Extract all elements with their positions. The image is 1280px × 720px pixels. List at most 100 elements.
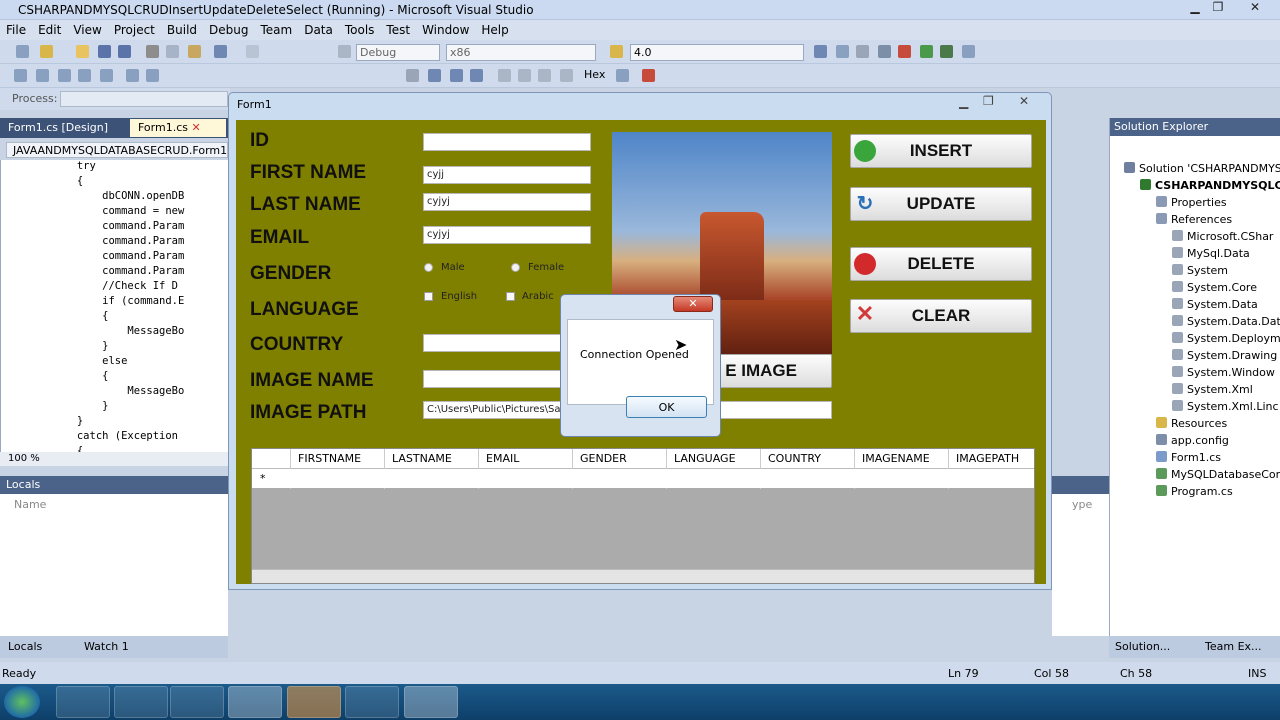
tools-icon[interactable] — [898, 45, 911, 58]
menu-item-window[interactable]: Window — [416, 20, 475, 37]
tab-locals[interactable]: Locals — [8, 640, 42, 653]
tree-item[interactable]: System.Xml — [1172, 383, 1253, 396]
stop-icon[interactable] — [450, 69, 463, 82]
tree-item[interactable]: Resources — [1156, 417, 1227, 430]
tree-item[interactable]: app.config — [1156, 434, 1229, 447]
hex-toggle[interactable]: Hex — [584, 68, 605, 81]
pointer-icon[interactable] — [58, 69, 71, 82]
maximize-icon[interactable]: ❐ — [1207, 0, 1229, 18]
dialog-close-button[interactable]: ✕ — [673, 296, 713, 312]
ie-icon[interactable] — [56, 686, 110, 718]
menu-item-data[interactable]: Data — [298, 20, 339, 37]
tree-item[interactable]: System.Data — [1172, 298, 1258, 311]
grid-column-header[interactable]: LASTNAME — [392, 452, 452, 465]
menu-item-tools[interactable]: Tools — [339, 20, 381, 37]
grid-new-row[interactable]: * — [252, 469, 1034, 488]
image-path-extra-field[interactable] — [716, 401, 832, 419]
menu-item-edit[interactable]: Edit — [32, 20, 67, 37]
choose-image-button[interactable]: E IMAGE — [716, 354, 832, 388]
tree-item[interactable]: System.Window — [1172, 366, 1275, 379]
indent-icon[interactable] — [126, 69, 139, 82]
start-button[interactable] — [4, 686, 40, 718]
breakpoints-icon[interactable] — [642, 69, 655, 82]
step-into-icon[interactable] — [498, 69, 511, 82]
menu-item-debug[interactable]: Debug — [203, 20, 254, 37]
start-debug-icon[interactable] — [338, 45, 351, 58]
paste-icon[interactable] — [188, 45, 201, 58]
cut-icon[interactable] — [146, 45, 159, 58]
step-out-icon[interactable] — [538, 69, 551, 82]
threads-icon[interactable] — [616, 69, 629, 82]
tree-item[interactable]: MySql.Data — [1172, 247, 1250, 260]
grid-column-header[interactable]: LANGUAGE — [674, 452, 736, 465]
data-grid[interactable]: FIRSTNAME LASTNAME EMAIL GENDER LANGUAGE COUN… — [251, 448, 1035, 584]
clear-button[interactable]: ✕ CLEAR — [850, 299, 1032, 333]
menu-item-project[interactable]: Project — [108, 20, 161, 37]
save-icon[interactable] — [98, 45, 111, 58]
visual-studio-icon[interactable] — [345, 686, 399, 718]
menu-item-view[interactable]: View — [67, 20, 107, 37]
menu-item-file[interactable]: File — [0, 20, 32, 37]
start-page-icon[interactable] — [920, 45, 933, 58]
process-combo[interactable] — [60, 91, 228, 107]
menu-item-help[interactable]: Help — [475, 20, 514, 37]
tab-form1-design[interactable]: Form1.cs [Design] — [0, 119, 116, 137]
menu-item-test[interactable]: Test — [380, 20, 416, 37]
grid-column-header[interactable]: COUNTRY — [768, 452, 821, 465]
text-icon[interactable] — [78, 69, 91, 82]
platform-combo[interactable]: x86 — [446, 44, 596, 61]
gender-female-radio[interactable] — [511, 263, 520, 272]
explorer-icon[interactable] — [114, 686, 168, 718]
language-english-checkbox[interactable] — [424, 292, 433, 301]
grid-column-header[interactable]: IMAGENAME — [862, 452, 930, 465]
chrome-icon[interactable] — [228, 686, 282, 718]
add-item-icon[interactable] — [40, 45, 53, 58]
form-close-icon[interactable]: ✕ — [1019, 94, 1029, 108]
menu-item-build[interactable]: Build — [161, 20, 203, 37]
delete-button[interactable]: DELETE — [850, 247, 1032, 281]
first-name-field[interactable]: cyjj — [423, 166, 591, 184]
id-field[interactable] — [423, 133, 591, 151]
tree-item[interactable]: Form1.cs — [1156, 451, 1221, 464]
grid-column-header[interactable]: IMAGEPATH — [956, 452, 1019, 465]
continue-icon[interactable] — [406, 69, 419, 82]
list-icon[interactable] — [100, 69, 113, 82]
toolbox-icon[interactable] — [878, 45, 891, 58]
outdent-icon[interactable] — [146, 69, 159, 82]
tree-item[interactable]: MySQLDatabaseCor — [1156, 468, 1280, 481]
ok-button[interactable]: OK — [626, 396, 707, 418]
grid-column-header[interactable]: EMAIL — [486, 452, 519, 465]
close-tab-icon[interactable]: ✕ — [191, 121, 200, 134]
tree-item[interactable]: System.Core — [1172, 281, 1257, 294]
redo-icon[interactable] — [246, 45, 259, 58]
properties-icon[interactable] — [836, 45, 849, 58]
format-icon[interactable] — [14, 69, 27, 82]
tree-item[interactable]: Properties — [1156, 196, 1227, 209]
email-field[interactable]: cyjyj — [423, 226, 591, 244]
update-button[interactable]: ↻ UPDATE — [850, 187, 1032, 221]
media-player-icon[interactable] — [170, 686, 224, 718]
open-folder-icon[interactable] — [76, 45, 89, 58]
form-maximize-icon[interactable]: ❐ — [983, 94, 994, 108]
tree-item[interactable]: References — [1156, 213, 1232, 226]
extension-icon[interactable] — [940, 45, 953, 58]
tab-team-explorer[interactable]: Team Ex... — [1205, 640, 1262, 653]
minimize-icon[interactable]: ▁ — [1184, 0, 1206, 18]
tree-item[interactable]: System.Data.Dat — [1172, 315, 1280, 328]
step-over-icon[interactable] — [518, 69, 531, 82]
tree-item[interactable]: Program.cs — [1156, 485, 1233, 498]
grid-column-header[interactable]: GENDER — [580, 452, 627, 465]
grid-column-header[interactable]: FIRSTNAME — [298, 452, 361, 465]
new-project-icon[interactable] — [16, 45, 29, 58]
breakpoint-list-icon[interactable] — [560, 69, 573, 82]
running-app-icon[interactable] — [404, 686, 458, 718]
tree-item[interactable]: System.Deploym — [1172, 332, 1280, 345]
class-combo[interactable]: JAVAANDMYSQLDATABASECRUD.Form1 — [6, 142, 228, 158]
close-icon[interactable]: ✕ — [1244, 0, 1266, 18]
tab-solution-explorer[interactable]: Solution... — [1115, 640, 1170, 653]
xampp-icon[interactable] — [287, 686, 341, 718]
framework-combo[interactable]: 4.0 — [630, 44, 804, 61]
object-browser-icon[interactable] — [856, 45, 869, 58]
find-icon[interactable] — [610, 45, 623, 58]
copy-icon[interactable] — [166, 45, 179, 58]
